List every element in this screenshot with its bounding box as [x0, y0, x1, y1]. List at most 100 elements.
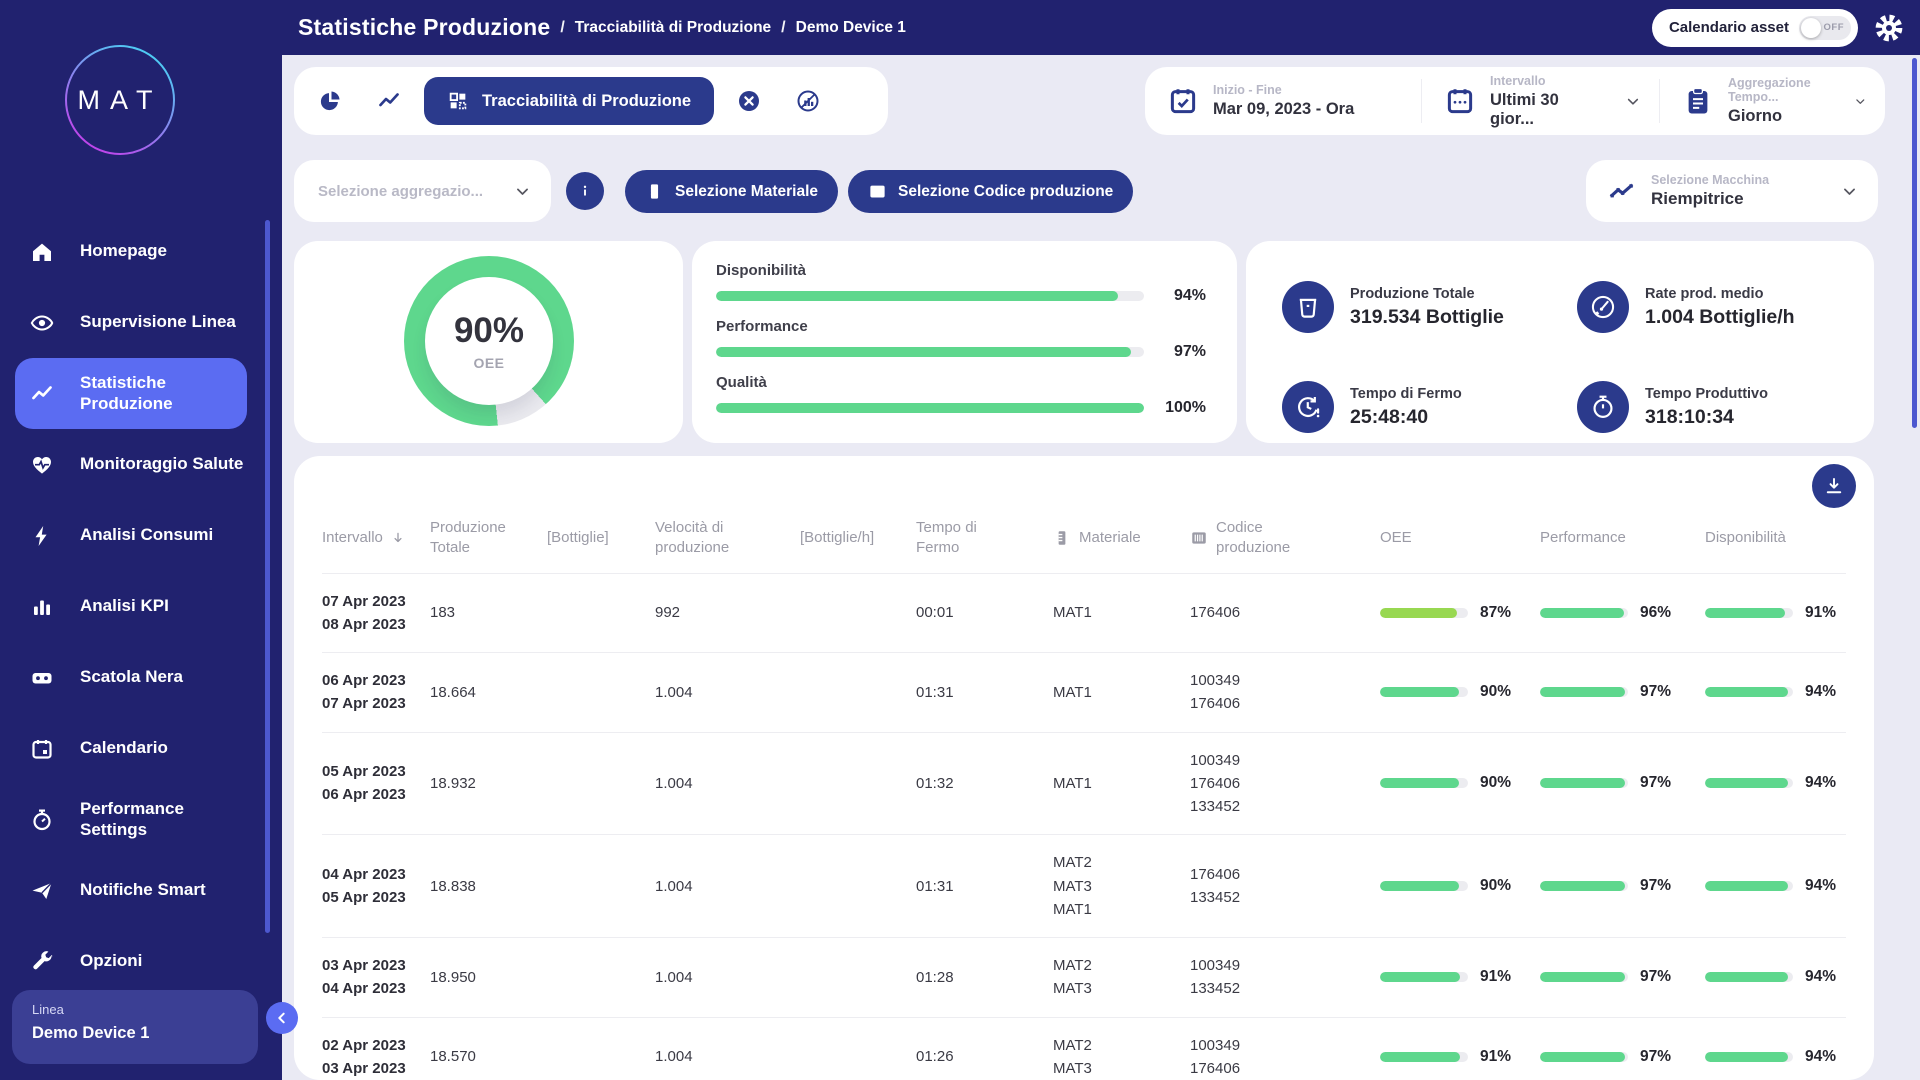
cell-performance-value: 97% — [1640, 877, 1672, 895]
progress-track — [1705, 778, 1793, 789]
heart-pulse-icon — [30, 453, 54, 477]
progress-track — [1380, 607, 1468, 618]
cell-material: MAT2 MAT3 — [1053, 954, 1190, 1001]
kpi-bar-label: Disponibilità — [716, 262, 806, 279]
stat-texts: Tempo di Fermo 25:48:40 — [1350, 386, 1462, 429]
interval-date: 08 Apr 2023 — [322, 615, 406, 633]
aggregation-select[interactable]: Selezione aggregazio... — [294, 160, 551, 222]
interval-date: 06 Apr 2023 — [322, 672, 406, 689]
sidebar-item-monitoraggio-salute[interactable]: Monitoraggio Salute — [0, 429, 282, 500]
toggle-state-label: OFF — [1823, 22, 1844, 33]
stat-value: 318:10:34 — [1645, 405, 1734, 428]
cell-performance: 97% — [1540, 774, 1705, 792]
stat-value: 1.004 Bottiglie/h — [1645, 305, 1795, 328]
interval-control[interactable]: Intervallo Ultimi 30 gior... — [1421, 74, 1659, 128]
eye-icon — [30, 311, 54, 335]
kpi-bar-label: Qualità — [716, 374, 767, 391]
column-label: Tempo di Fermo — [916, 519, 977, 557]
column-production-code[interactable]: Codice produzione — [1190, 518, 1380, 559]
calendar-asset-toggle-pill[interactable]: Calendario asset OFF — [1651, 8, 1858, 47]
column-material[interactable]: Materiale — [1053, 528, 1190, 548]
tab-tracciabilit-di-produzione[interactable]: Tracciabilità di Produzione — [424, 77, 715, 125]
progress-track — [1540, 607, 1628, 618]
sidebar-item-homepage[interactable]: Homepage — [0, 216, 282, 287]
time-aggregation-control[interactable]: Aggregazione Tempo... Giorno — [1659, 76, 1885, 125]
calendar-asset-switch[interactable]: OFF — [1799, 15, 1851, 40]
date-range-control[interactable]: Inizio - Fine Mar 09, 2023 - Ora — [1145, 79, 1421, 123]
cell-availability: 94% — [1705, 683, 1846, 701]
table-row[interactable]: 04 Apr 2023 05 Apr 2023 18.838 1.004 01:31 MA… — [322, 835, 1846, 938]
column-performance[interactable]: Performance — [1540, 528, 1705, 548]
download-button[interactable] — [1812, 464, 1856, 508]
cell-material: MAT2 MAT3 — [1053, 1034, 1190, 1080]
line-selector-card[interactable]: Linea Demo Device 1 — [12, 990, 258, 1064]
select-production-code-button[interactable]: Selezione Codice produzione — [848, 170, 1134, 213]
sidebar-item-label: Supervisione Linea — [80, 312, 236, 332]
progress-track — [1705, 607, 1793, 618]
cell-availability-value: 91% — [1805, 603, 1837, 621]
sidebar-item-opzioni[interactable]: Opzioni — [0, 926, 282, 997]
cell-production-code-item: 176406 — [1190, 1059, 1241, 1077]
chevron-left-icon — [274, 1010, 290, 1026]
kpi-bar-value: 97% — [1173, 343, 1206, 360]
production-table-card: Intervallo Produzione Totale [Bottiglie]… — [294, 456, 1874, 1080]
breadcrumb-device[interactable]: Demo Device 1 — [796, 19, 906, 37]
table-row[interactable]: 06 Apr 2023 07 Apr 2023 18.664 1.004 01:31 MA… — [322, 653, 1846, 733]
cell-interval: 03 Apr 2023 04 Apr 2023 — [322, 954, 430, 1001]
cell-availability-value: 94% — [1805, 1047, 1837, 1065]
sidebar-item-calendario[interactable]: Calendario — [0, 713, 282, 784]
sidebar-scrollbar[interactable] — [265, 220, 270, 933]
x-circle-button[interactable] — [725, 77, 774, 125]
column-oee[interactable]: OEE — [1380, 528, 1540, 548]
stat-tempo-di-fermo: Tempo di Fermo 25:48:40 — [1282, 371, 1577, 443]
interval-date: 04 Apr 2023 — [322, 980, 406, 998]
column-production-speed[interactable]: Velocità di produzione — [655, 518, 800, 559]
rate-icon — [1590, 294, 1616, 320]
sidebar-item-analisi-consumi[interactable]: Analisi Consumi — [0, 500, 282, 571]
cell-material-item: MAT2 — [1053, 854, 1092, 872]
kpi-bar-performance: Performance 97% — [716, 318, 1213, 361]
line-chart-button[interactable] — [365, 77, 413, 125]
sidebar-nav: Homepage Supervisione Linea Statistiche Pr… — [0, 216, 282, 997]
sidebar-item-analisi-kpi[interactable]: Analisi KPI — [0, 571, 282, 642]
gear-icon[interactable] — [1874, 13, 1904, 43]
breadcrumb-section[interactable]: Tracciabilità di Produzione — [575, 19, 771, 37]
column-downtime[interactable]: Tempo di Fermo — [916, 518, 1053, 559]
progress-track — [1380, 881, 1468, 892]
sidebar-item-scatola-nera[interactable]: Scatola Nera — [0, 642, 282, 713]
sidebar-item-statistiche-produzione[interactable]: Statistiche Produzione — [15, 358, 247, 429]
interval-date: 04 Apr 2023 — [322, 865, 406, 883]
sidebar-collapse-button[interactable] — [266, 1002, 298, 1034]
progress-fill — [1380, 607, 1457, 618]
table-row[interactable]: 05 Apr 2023 06 Apr 2023 18.932 1.004 01:32 MA… — [322, 733, 1846, 836]
pie-chart-button[interactable] — [306, 77, 354, 125]
cell-production-total: 18.664 — [430, 683, 476, 701]
progress-fill — [1540, 972, 1626, 983]
cell-production-speed: 1.004 — [655, 968, 693, 986]
select-material-button[interactable]: Selezione Materiale — [625, 170, 839, 213]
sidebar-item-performance-settings[interactable]: Performance Settings — [0, 784, 282, 855]
gauge-chart-button[interactable] — [784, 77, 833, 125]
sidebar-item-notifiche-smart[interactable]: Notifiche Smart — [0, 855, 282, 926]
column-label: [Bottiglie] — [547, 529, 609, 547]
column-availability[interactable]: Disponibilità — [1705, 528, 1846, 548]
cell-oee: 90% — [1380, 683, 1540, 701]
blackbox-icon — [30, 666, 54, 690]
cell-production-speed: 992 — [655, 604, 681, 622]
column-interval[interactable]: Intervallo — [322, 528, 430, 548]
machine-select[interactable]: Selezione Macchina Riempitrice — [1586, 160, 1878, 222]
table-row[interactable]: 07 Apr 2023 08 Apr 2023 183 992 00:01 MAT1 176… — [322, 574, 1846, 653]
table-row[interactable]: 02 Apr 2023 03 Apr 2023 18.570 1.004 01:26 MA… — [322, 1018, 1846, 1080]
progress-track — [1540, 687, 1628, 698]
progress-track — [716, 291, 1144, 301]
sidebar-item-supervisione-linea[interactable]: Supervisione Linea — [0, 287, 282, 358]
cell-performance: 96% — [1540, 604, 1705, 622]
column-production-total[interactable]: Produzione Totale — [430, 518, 547, 559]
info-button[interactable] — [566, 172, 604, 210]
progress-track — [1380, 687, 1468, 698]
page-scrollbar[interactable] — [1912, 58, 1917, 428]
cell-oee-value: 90% — [1480, 877, 1512, 895]
tab-label: Tracciabilità di Produzione — [482, 91, 692, 110]
stat-tempo-produttivo: Tempo Produttivo 318:10:34 — [1577, 371, 1874, 443]
table-row[interactable]: 03 Apr 2023 04 Apr 2023 18.950 1.004 01:28 MA… — [322, 938, 1846, 1018]
